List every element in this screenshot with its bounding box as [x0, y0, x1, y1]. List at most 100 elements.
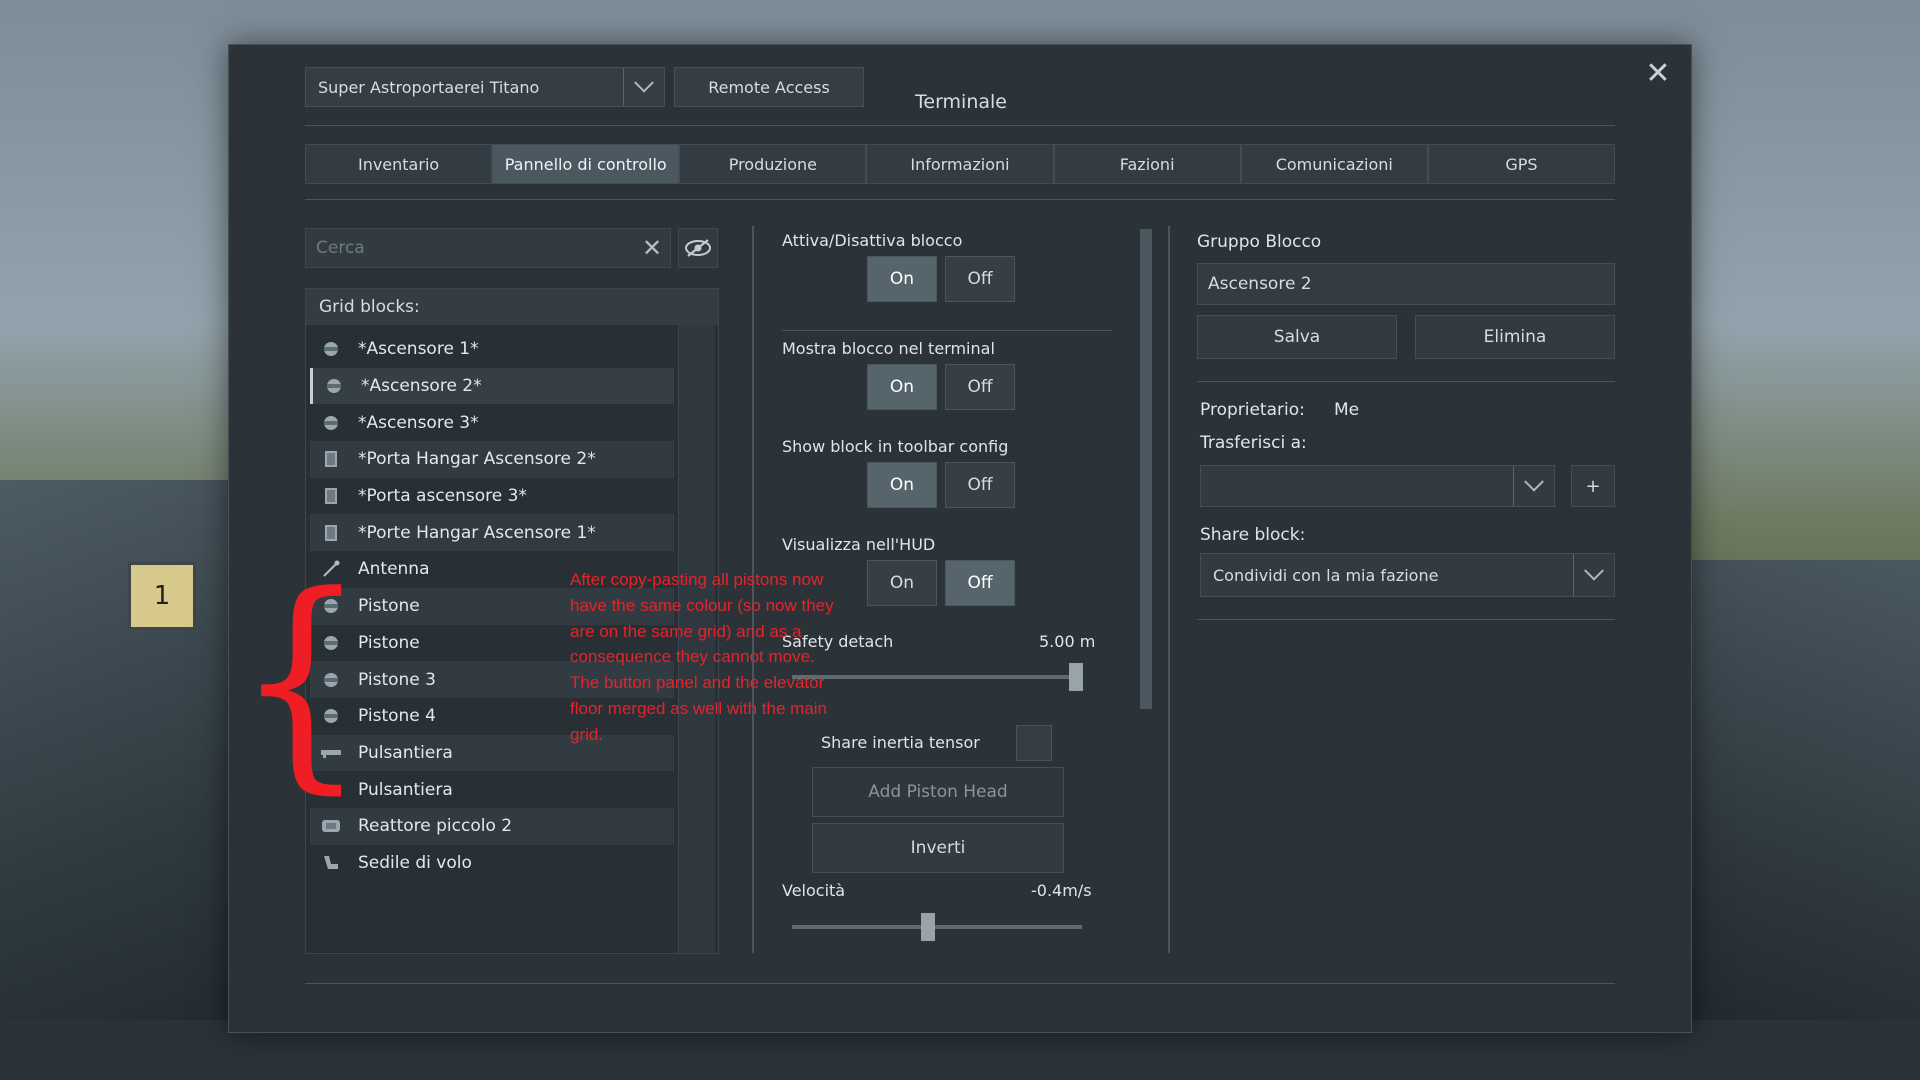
grid-selector-dropdown[interactable]: Super Astroportaerei Titano	[305, 67, 665, 107]
tab-pannello-di-controllo[interactable]: Pannello di controllo	[492, 144, 680, 184]
grid-block-label: *Porta ascensore 3*	[358, 486, 527, 507]
header-divider	[305, 125, 1615, 126]
share-block-value: Condividi con la mia fazione	[1213, 565, 1439, 585]
owner-value: Me	[1334, 400, 1360, 420]
show-in-toolbar-label: Show block in toolbar config	[782, 437, 1009, 456]
door-icon	[320, 487, 342, 505]
tabs-divider	[305, 199, 1615, 200]
grid-block-item[interactable]: *Porte Hangar Ascensore 1*	[310, 514, 674, 552]
toggle-block-on-button[interactable]: On	[867, 256, 937, 302]
remote-access-button[interactable]: Remote Access	[674, 67, 864, 107]
safety-detach-thumb[interactable]	[1069, 663, 1084, 691]
save-group-button[interactable]: Salva	[1197, 315, 1397, 359]
seat-icon	[320, 854, 342, 872]
footer-divider	[305, 983, 1615, 984]
toggle-block-off-button[interactable]: Off	[945, 256, 1015, 302]
velocity-value: -0.4m/s	[1031, 881, 1092, 900]
add-piston-head-button[interactable]: Add Piston Head	[812, 767, 1064, 817]
grid-block-label: *Porta Hangar Ascensore 2*	[358, 449, 596, 470]
show-on-hud-off-button[interactable]: Off	[945, 560, 1015, 606]
close-icon[interactable]: ✕	[1643, 59, 1673, 89]
chevron-down-icon[interactable]	[1573, 554, 1614, 596]
grid-block-item[interactable]: *Ascensore 3*	[310, 404, 674, 441]
toggle-block-switch: On Off	[867, 256, 1015, 302]
background-structure-right	[1690, 560, 1920, 1080]
velocity-thumb[interactable]	[921, 913, 936, 941]
tab-bar: Inventario Pannello di controllo Produzi…	[305, 144, 1615, 184]
velocity-slider[interactable]	[782, 905, 1112, 949]
window-title: Terminale	[915, 91, 1007, 113]
grid-block-item[interactable]: Sedile di volo	[310, 845, 674, 882]
show-in-toolbar-on-button[interactable]: On	[867, 462, 937, 508]
safety-detach-value: 5.00 m	[1039, 632, 1096, 651]
add-transfer-button[interactable]: +	[1571, 465, 1615, 507]
tab-informazioni[interactable]: Informazioni	[866, 144, 1054, 184]
grid-blocks-header: Grid blocks:	[306, 289, 718, 325]
grid-block-label: Pistone	[358, 632, 420, 653]
chevron-down-icon[interactable]	[623, 68, 664, 106]
share-divider	[1197, 619, 1615, 620]
clear-search-icon[interactable]: ✕	[634, 234, 670, 262]
grid-block-label: *Porte Hangar Ascensore 1*	[358, 522, 596, 543]
share-block-label: Share block:	[1200, 525, 1306, 545]
grid-block-label: Pulsantiera	[358, 779, 453, 800]
safety-detach-track	[792, 675, 1082, 679]
grid-block-label: Pistone	[358, 596, 420, 617]
block-group-name-field[interactable]: Ascensore 2	[1197, 263, 1615, 305]
terminal-window: ✕ Super Astroportaerei Titano Remote Acc…	[228, 44, 1692, 1033]
show-in-toolbar-off-button[interactable]: Off	[945, 462, 1015, 508]
transfer-to-dropdown[interactable]	[1200, 465, 1555, 507]
grid-block-label: Pistone 4	[358, 706, 436, 727]
velocity-track	[792, 925, 1082, 929]
show-in-terminal-label: Mostra blocco nel terminal	[782, 339, 995, 358]
grid-block-item[interactable]: *Ascensore 2*	[310, 367, 674, 405]
piston-icon	[320, 340, 342, 358]
show-in-toolbar-switch: On Off	[867, 462, 1015, 508]
show-in-terminal-on-button[interactable]: On	[867, 364, 937, 410]
tab-produzione[interactable]: Produzione	[679, 144, 867, 184]
show-on-hud-label: Visualizza nell'HUD	[782, 535, 936, 554]
toggle-block-label: Attiva/Disattiva blocco	[782, 231, 963, 250]
reactor-icon	[320, 817, 342, 835]
show-on-hud-on-button[interactable]: On	[867, 560, 937, 606]
tab-gps[interactable]: GPS	[1427, 144, 1615, 184]
search-box: ✕	[305, 228, 671, 268]
group-divider	[1197, 381, 1615, 382]
share-inertia-label: Share inertia tensor	[821, 733, 980, 752]
grid-block-label: Antenna	[358, 559, 430, 580]
grid-block-label: Pistone 3	[358, 669, 436, 690]
transfer-to-label: Trasferisci a:	[1200, 433, 1307, 453]
grid-block-label: Sedile di volo	[358, 852, 472, 873]
piston-icon	[320, 414, 342, 432]
chevron-down-icon[interactable]	[1513, 466, 1554, 506]
owner-label: Proprietario:	[1200, 400, 1305, 420]
annotation-text: After copy-pasting all pistons now have …	[570, 570, 834, 744]
panel-divider-right	[1168, 226, 1170, 953]
grid-selector-value: Super Astroportaerei Titano	[318, 77, 540, 97]
door-icon	[320, 450, 342, 468]
grid-block-label: *Ascensore 1*	[358, 339, 479, 360]
tab-inventario[interactable]: Inventario	[305, 144, 493, 184]
delete-group-button[interactable]: Elimina	[1415, 315, 1615, 359]
share-block-dropdown[interactable]: Condividi con la mia fazione	[1200, 553, 1615, 597]
grid-block-label: *Ascensore 3*	[358, 412, 479, 433]
eye-slash-icon	[685, 239, 711, 257]
tab-comunicazioni[interactable]: Comunicazioni	[1240, 144, 1428, 184]
show-in-terminal-off-button[interactable]: Off	[945, 364, 1015, 410]
block-group-title: Gruppo Blocco	[1197, 232, 1322, 252]
door-icon	[320, 524, 342, 542]
search-input[interactable]	[306, 237, 634, 259]
grid-block-item[interactable]: *Porta ascensore 3*	[310, 478, 674, 515]
controls-divider	[782, 330, 1112, 331]
grid-block-label: *Ascensore 2*	[361, 376, 482, 397]
grid-block-label: Pulsantiera	[358, 742, 453, 763]
controls-scrollbar[interactable]	[1140, 229, 1152, 709]
grid-block-item[interactable]: *Porta Hangar Ascensore 2*	[310, 441, 674, 478]
share-inertia-checkbox[interactable]	[1016, 725, 1052, 761]
hide-blocks-toggle[interactable]	[678, 228, 718, 268]
grid-block-item[interactable]: *Ascensore 1*	[310, 331, 674, 368]
reverse-button[interactable]: Inverti	[812, 823, 1064, 873]
piston-icon	[323, 377, 345, 395]
tab-fazioni[interactable]: Fazioni	[1053, 144, 1241, 184]
grid-block-label: Reattore piccolo 2	[358, 816, 513, 837]
